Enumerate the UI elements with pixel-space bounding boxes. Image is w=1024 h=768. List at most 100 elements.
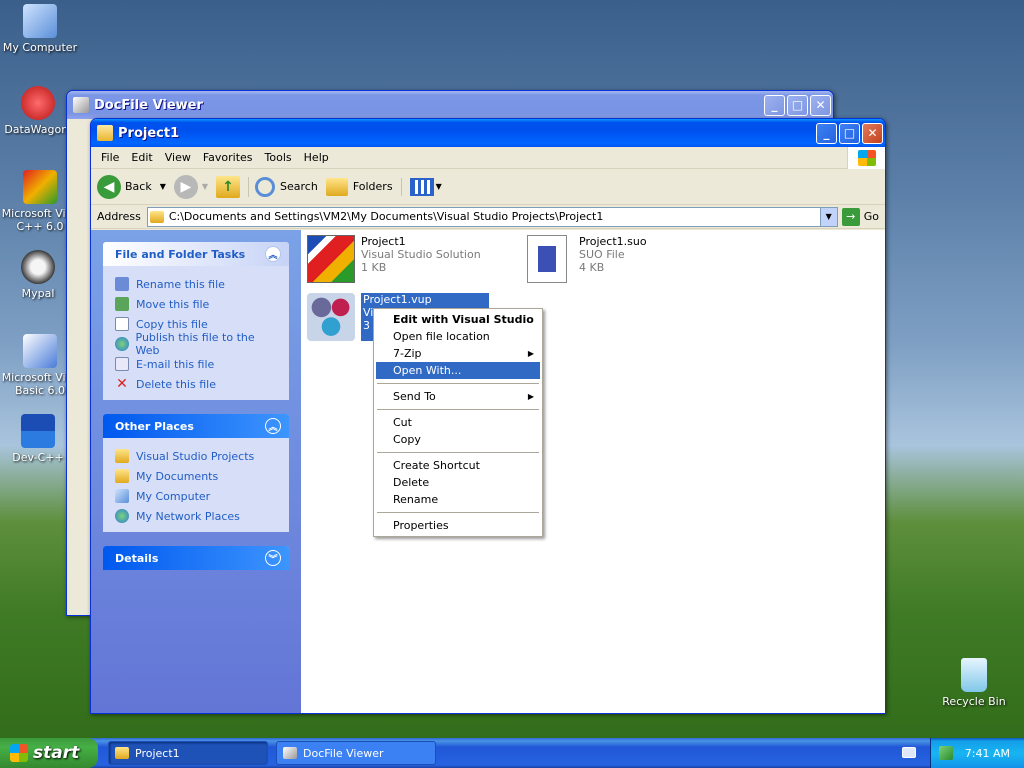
views-button[interactable]: ▼	[400, 177, 442, 196]
collapse-chevron-icon[interactable]: ︽	[265, 418, 281, 434]
maximize-button[interactable]: □	[839, 122, 860, 144]
visual-basic-icon	[23, 334, 57, 368]
file-item[interactable]: Project1 Visual Studio Solution 1 KB	[307, 235, 481, 283]
menu-separator	[377, 452, 539, 453]
my-documents-icon	[115, 469, 129, 483]
start-button[interactable]: start	[0, 738, 98, 768]
taskbar-button-project1[interactable]: Project1	[108, 741, 268, 765]
task-email-file[interactable]: E-mail this file	[115, 354, 277, 374]
task-label: Move this file	[136, 297, 210, 311]
menu-favorites[interactable]: Favorites	[197, 151, 259, 164]
file-type: SUO File	[579, 248, 625, 261]
start-label: start	[33, 743, 80, 763]
menu-item-cut[interactable]: Cut	[376, 414, 540, 431]
menu-separator	[377, 409, 539, 410]
menu-edit[interactable]: Edit	[125, 151, 158, 164]
menu-help[interactable]: Help	[298, 151, 335, 164]
menu-item-create-shortcut[interactable]: Create Shortcut	[376, 457, 540, 474]
menu-item-rename[interactable]: Rename	[376, 491, 540, 508]
folder-icon	[97, 125, 113, 141]
address-bar: Address C:\Documents and Settings\VM2\My…	[91, 205, 885, 229]
menu-item-send-to[interactable]: Send To ▶	[376, 388, 540, 405]
menu-item-label: Send To	[393, 390, 436, 403]
panel-title: Other Places	[115, 419, 194, 433]
panel-title: Details	[115, 551, 159, 565]
file-type: Visual Studio Solution	[361, 248, 481, 261]
network-tray-icon[interactable]	[938, 746, 953, 760]
menu-item-label: Copy	[393, 433, 421, 446]
delete-icon: ✕	[116, 376, 128, 392]
menu-view[interactable]: View	[159, 151, 197, 164]
up-button[interactable]: ↑	[216, 175, 241, 198]
place-visual-studio-projects[interactable]: Visual Studio Projects	[115, 446, 277, 466]
back-arrow-icon: ◀	[97, 174, 121, 199]
folders-icon	[325, 177, 348, 196]
minimize-button[interactable]: _	[764, 94, 785, 116]
place-my-network-places[interactable]: My Network Places	[115, 506, 277, 526]
search-button[interactable]: Search	[248, 176, 318, 197]
minimize-button[interactable]: _	[816, 122, 837, 144]
visual-cpp-icon	[23, 170, 57, 204]
chevron-down-icon[interactable]: ▼	[202, 182, 208, 191]
file-item[interactable]: Project1.suo SUO File 4 KB	[527, 235, 647, 283]
menu-item-edit-with-visual-studio[interactable]: Edit with Visual Studio	[376, 311, 540, 328]
close-button[interactable]: ✕	[862, 122, 883, 144]
menu-tools[interactable]: Tools	[259, 151, 298, 164]
task-delete-file[interactable]: ✕ Delete this file	[115, 374, 277, 394]
menu-item-label: Cut	[393, 416, 412, 429]
docfile-viewer-titlebar[interactable]: DocFile Viewer _ □ ✕	[67, 91, 833, 119]
panel-body: Visual Studio Projects My Documents My C…	[103, 438, 289, 532]
address-dropdown-button[interactable]: ▼	[819, 207, 837, 226]
place-label: My Computer	[136, 489, 211, 503]
desktop-icon-recycle-bin[interactable]: Recycle Bin	[934, 658, 1014, 708]
file-name: Project1	[361, 235, 406, 248]
menu-item-label: 7-Zip	[393, 347, 422, 360]
windows-logo-icon	[10, 744, 28, 762]
folders-button[interactable]: Folders	[325, 177, 393, 196]
task-rename-file[interactable]: Rename this file	[115, 274, 277, 294]
menu-item-open-with[interactable]: Open With...	[376, 362, 540, 379]
go-button[interactable]: → Go	[841, 207, 879, 226]
visual-studio-solution-icon	[307, 235, 355, 283]
task-publish-web[interactable]: Publish this file to the Web	[115, 331, 277, 357]
windows-logo-icon	[847, 147, 885, 169]
menu-item-delete[interactable]: Delete	[376, 474, 540, 491]
task-pane: File and Folder Tasks ︽ Rename this file…	[91, 230, 301, 713]
menu-item-properties[interactable]: Properties	[376, 517, 540, 534]
menu-item-open-file-location[interactable]: Open file location	[376, 328, 540, 345]
menu-item-label: Create Shortcut	[393, 459, 480, 472]
menu-item-copy[interactable]: Copy	[376, 431, 540, 448]
folder-up-icon: ↑	[216, 175, 241, 198]
explorer-titlebar[interactable]: Project1 _ □ ✕	[91, 119, 885, 147]
maximize-button[interactable]: □	[787, 94, 808, 116]
back-button[interactable]: ◀ Back ▼	[97, 174, 166, 199]
panel-header[interactable]: Details ︾	[103, 546, 289, 570]
close-button[interactable]: ✕	[810, 94, 831, 116]
menu-separator	[377, 383, 539, 384]
submenu-arrow-icon: ▶	[527, 349, 534, 358]
menu-item-7zip[interactable]: 7-Zip ▶	[376, 345, 540, 362]
taskbar-button-docfile-viewer[interactable]: DocFile Viewer	[276, 741, 436, 765]
chevron-down-icon[interactable]: ▼	[436, 182, 442, 191]
clock[interactable]: 7:41 AM	[965, 747, 1010, 760]
my-computer-icon	[115, 489, 129, 503]
collapse-chevron-icon[interactable]: ︽	[265, 246, 281, 262]
my-computer-icon	[23, 4, 57, 38]
place-my-documents[interactable]: My Documents	[115, 466, 277, 486]
move-icon	[115, 297, 129, 311]
address-field[interactable]: C:\Documents and Settings\VM2\My Documen…	[146, 206, 838, 227]
keyboard-icon[interactable]	[902, 747, 916, 758]
expand-chevron-icon[interactable]: ︾	[265, 550, 281, 566]
panel-header[interactable]: File and Folder Tasks ︽	[103, 242, 289, 266]
place-my-computer[interactable]: My Computer	[115, 486, 277, 506]
task-label: Delete this file	[136, 377, 216, 391]
menu-item-label: Properties	[393, 519, 449, 532]
forward-button[interactable]: ▶ ▼	[173, 174, 208, 199]
desktop-icon-my-computer[interactable]: My Computer	[0, 4, 80, 54]
file-size: 4 KB	[579, 261, 605, 274]
panel-header[interactable]: Other Places ︽	[103, 414, 289, 438]
back-label: Back	[125, 180, 152, 193]
menu-file[interactable]: File	[95, 151, 125, 164]
task-move-file[interactable]: Move this file	[115, 294, 277, 314]
chevron-down-icon[interactable]: ▼	[160, 182, 166, 191]
